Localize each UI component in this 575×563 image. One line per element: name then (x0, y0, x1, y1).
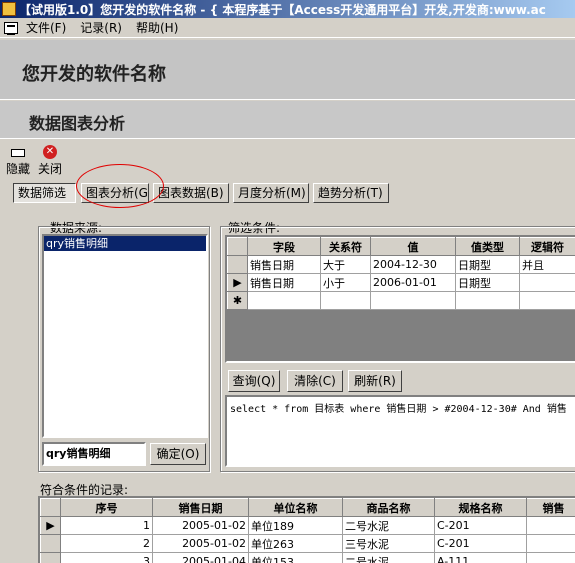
filter-header-row: 字段 关系符 值 值类型 逻辑符 (227, 237, 575, 256)
cell[interactable]: 3 (60, 552, 153, 563)
app-icon (2, 2, 16, 16)
cell[interactable]: 2006-01-01 (370, 273, 456, 292)
column-header[interactable]: 规格名称 (434, 498, 527, 517)
row-selector[interactable] (40, 552, 61, 563)
cell[interactable]: 2 (60, 534, 153, 553)
new-row[interactable]: ✱ (227, 291, 575, 310)
cell[interactable]: C-201 (434, 534, 527, 553)
cell[interactable]: 销售日期 (247, 255, 321, 274)
cell[interactable]: 大于 (320, 255, 371, 274)
column-header[interactable]: 逻辑符 (519, 237, 575, 256)
cell[interactable] (320, 291, 371, 310)
column-header[interactable]: 单位名称 (248, 498, 343, 517)
refresh-button[interactable]: 刷新(R) (348, 370, 402, 392)
section-title: 数据图表分析 (29, 114, 126, 133)
row-selector[interactable] (40, 534, 61, 553)
row-selector-current[interactable]: ▶ (227, 273, 248, 292)
cell[interactable]: 日期型 (455, 273, 520, 292)
column-header[interactable]: 值类型 (455, 237, 520, 256)
table-row[interactable]: 销售日期 大于 2004-12-30 日期型 并且 (227, 255, 575, 274)
hide-label: 隐藏 (6, 162, 31, 176)
menu-bar: 文件(F) 记录(R) 帮助(H) (0, 18, 575, 38)
app-header: 您开发的软件名称 (0, 40, 575, 100)
cell[interactable]: 2005-01-02 (152, 534, 249, 553)
column-header (40, 498, 61, 517)
tab-chart-data[interactable]: 图表数据(B) (153, 183, 229, 203)
hide-icon (11, 149, 25, 157)
cell[interactable]: A-111 (434, 552, 527, 563)
row-selector-current[interactable]: ▶ (40, 516, 61, 535)
column-header[interactable]: 值 (370, 237, 456, 256)
cell[interactable] (519, 291, 575, 310)
tab-trend-analysis[interactable]: 趋势分析(T) (313, 183, 389, 203)
cell[interactable]: 2005-01-04 (152, 552, 249, 563)
records-header-row: 序号 销售日期 单位名称 商品名称 规格名称 销售 (40, 498, 575, 517)
new-row-selector[interactable]: ✱ (227, 291, 248, 310)
tab-monthly-analysis[interactable]: 月度分析(M) (233, 183, 309, 203)
table-row[interactable]: ▶ 销售日期 小于 2006-01-01 日期型 (227, 273, 575, 292)
source-input[interactable]: qry销售明细 (42, 442, 146, 466)
records-grid[interactable]: 序号 销售日期 单位名称 商品名称 规格名称 销售 ▶ 1 2005-01-02… (38, 496, 575, 563)
cell[interactable] (455, 291, 520, 310)
cell[interactable] (526, 552, 575, 563)
sql-textarea[interactable]: select * from 目标表 where 销售日期 > #2004-12-… (225, 395, 575, 467)
menu-file[interactable]: 文件(F) (26, 19, 66, 36)
column-header (227, 237, 248, 256)
column-header[interactable]: 关系符 (320, 237, 371, 256)
close-button[interactable]: ✕ 关闭 (38, 145, 62, 177)
cell[interactable]: 2004-12-30 (370, 255, 456, 274)
cell[interactable]: 单位263 (248, 534, 343, 553)
close-label: 关闭 (38, 162, 63, 176)
cell[interactable] (526, 534, 575, 553)
records-table: 序号 销售日期 单位名称 商品名称 规格名称 销售 ▶ 1 2005-01-02… (40, 498, 575, 563)
column-header[interactable]: 销售 (526, 498, 575, 517)
list-item[interactable]: qry销售明细 (44, 236, 206, 251)
cell[interactable] (370, 291, 456, 310)
form-menu-icon[interactable] (4, 21, 18, 35)
cell[interactable] (526, 516, 575, 535)
menu-help[interactable]: 帮助(H) (136, 19, 178, 36)
clear-button[interactable]: 清除(C) (287, 370, 343, 392)
close-icon: ✕ (43, 145, 57, 159)
source-list[interactable]: qry销售明细 (42, 234, 208, 438)
hide-button[interactable]: 隐藏 (6, 145, 30, 177)
cell[interactable]: 二号水泥 (342, 516, 435, 535)
query-button[interactable]: 查询(Q) (228, 370, 280, 392)
table-row[interactable]: 2 2005-01-02 单位263 三号水泥 C-201 (40, 534, 575, 553)
title-bar: 【试用版1.0】您开发的软件名称 - { 本程序基于【Access开发通用平台】… (0, 0, 575, 18)
window-title: 【试用版1.0】您开发的软件名称 - { 本程序基于【Access开发通用平台】… (19, 2, 546, 17)
table-row[interactable]: ▶ 1 2005-01-02 单位189 二号水泥 C-201 (40, 516, 575, 535)
cell[interactable]: 日期型 (455, 255, 520, 274)
tab-data-filter[interactable]: 数据筛选 (13, 183, 76, 203)
confirm-button[interactable]: 确定(O) (150, 443, 206, 465)
highlight-oval (76, 164, 164, 208)
software-name: 您开发的软件名称 (22, 64, 166, 85)
cell[interactable]: 单位153 (248, 552, 343, 563)
menu-record[interactable]: 记录(R) (80, 19, 122, 36)
cell[interactable]: 销售日期 (247, 273, 321, 292)
row-selector[interactable] (227, 255, 248, 274)
cell[interactable]: 二号水泥 (342, 552, 435, 563)
cell[interactable]: C-201 (434, 516, 527, 535)
cell[interactable]: 单位189 (248, 516, 343, 535)
filter-grid[interactable]: 字段 关系符 值 值类型 逻辑符 销售日期 大于 2004-12-30 日期型 … (225, 235, 575, 363)
column-header[interactable]: 序号 (60, 498, 153, 517)
cell[interactable]: 1 (60, 516, 153, 535)
cell[interactable] (519, 273, 575, 292)
table-row[interactable]: 3 2005-01-04 单位153 二号水泥 A-111 (40, 552, 575, 563)
cell[interactable]: 并且 (519, 255, 575, 274)
column-header[interactable]: 销售日期 (152, 498, 249, 517)
cell[interactable]: 小于 (320, 273, 371, 292)
filter-table: 字段 关系符 值 值类型 逻辑符 销售日期 大于 2004-12-30 日期型 … (227, 237, 575, 310)
section-header: 数据图表分析 (0, 101, 575, 139)
cell[interactable]: 三号水泥 (342, 534, 435, 553)
column-header[interactable]: 商品名称 (342, 498, 435, 517)
cell[interactable]: 2005-01-02 (152, 516, 249, 535)
column-header[interactable]: 字段 (247, 237, 321, 256)
cell[interactable] (247, 291, 321, 310)
